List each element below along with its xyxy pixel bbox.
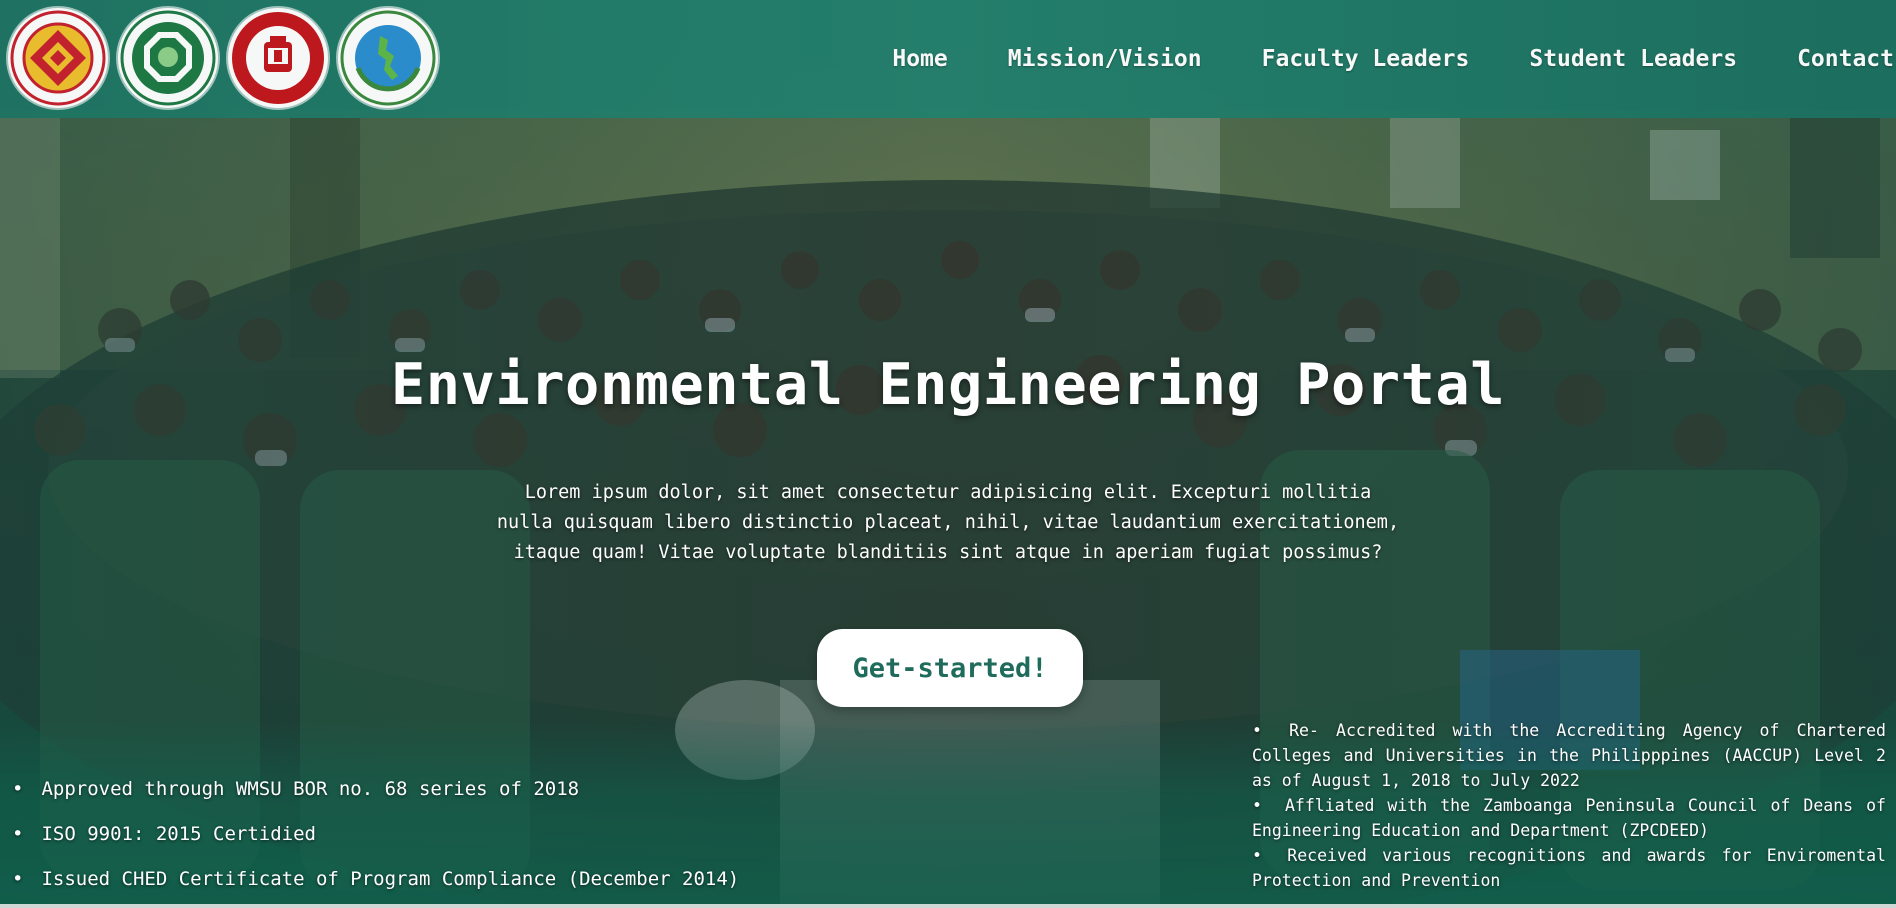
logo-group bbox=[8, 8, 438, 108]
list-item: Re- Accredited with the Accrediting Agen… bbox=[1252, 718, 1886, 793]
bottom-divider bbox=[0, 904, 1896, 908]
list-item: ISO 9901: 2015 Certidied bbox=[12, 815, 739, 860]
list-item: Issued CHED Certificate of Program Compl… bbox=[12, 860, 739, 905]
department-environmental-engineering-logo[interactable] bbox=[118, 8, 218, 108]
nav-link-faculty-leaders[interactable]: Faculty Leaders bbox=[1232, 46, 1500, 72]
main-navigation: Home Mission/Vision Faculty Leaders Stud… bbox=[862, 0, 1896, 118]
college-of-engineering-seal-icon bbox=[10, 10, 106, 106]
accreditations-right-list: Re- Accredited with the Accrediting Agen… bbox=[1252, 718, 1886, 893]
list-item: Approved through WMSU BOR no. 68 series … bbox=[12, 770, 739, 815]
list-item: Affliated with the Zamboanga Peninsula C… bbox=[1252, 793, 1886, 843]
hero-description: Lorem ipsum dolor, sit amet consectetur … bbox=[496, 482, 1400, 563]
environmental-engineering-seal-icon bbox=[120, 10, 216, 106]
list-item: Received various recognitions and awards… bbox=[1252, 843, 1886, 893]
nav-link-contact[interactable]: Contact bbox=[1767, 46, 1896, 72]
college-of-engineering-logo[interactable] bbox=[8, 8, 108, 108]
nav-link-home[interactable]: Home bbox=[862, 46, 977, 72]
get-started-button[interactable]: Get-started! bbox=[817, 629, 1083, 707]
society-environmental-engineers-logo[interactable] bbox=[338, 8, 438, 108]
seep-seal-icon bbox=[340, 10, 436, 106]
accreditations-left-list: Approved through WMSU BOR no. 68 series … bbox=[12, 770, 739, 905]
nav-link-mission-vision[interactable]: Mission/Vision bbox=[978, 46, 1232, 72]
hero-title: Environmental Engineering Portal bbox=[390, 352, 1506, 418]
western-mindanao-state-university-logo[interactable] bbox=[228, 8, 328, 108]
nav-link-student-leaders[interactable]: Student Leaders bbox=[1499, 46, 1767, 72]
wmsu-seal-icon bbox=[232, 12, 324, 104]
top-navbar: Home Mission/Vision Faculty Leaders Stud… bbox=[0, 0, 1896, 118]
